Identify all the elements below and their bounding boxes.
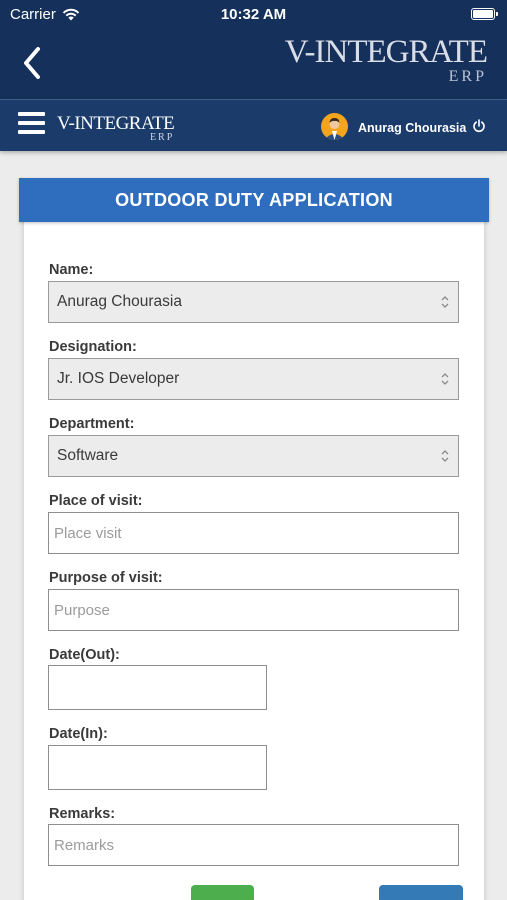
- remarks-label: Remarks:: [49, 806, 116, 822]
- date-out-label: Date(Out):: [49, 647, 120, 663]
- app-logo-text: V-INTEGRATE: [57, 113, 175, 134]
- name-value: Anurag Chourasia: [57, 293, 182, 310]
- status-bar: Carrier 10:32 AM: [0, 0, 507, 30]
- remarks-field: [48, 824, 459, 866]
- clock: 10:32 AM: [220, 6, 287, 23]
- purpose-field: [48, 589, 459, 631]
- purpose-label: Purpose of visit:: [49, 570, 163, 586]
- remarks-input[interactable]: [49, 825, 458, 865]
- up-down-chevron-icon: [441, 373, 449, 385]
- department-value: Software: [57, 447, 119, 464]
- date-in-field[interactable]: [48, 745, 267, 790]
- hamburger-menu-icon[interactable]: [18, 112, 45, 134]
- user-name[interactable]: Anurag Chourasia: [358, 121, 466, 135]
- form-title: OUTDOOR DUTY APPLICATION: [19, 178, 489, 222]
- chevron-left-icon[interactable]: [18, 44, 48, 82]
- designation-label: Designation:: [49, 339, 137, 355]
- submit-button[interactable]: [191, 885, 254, 900]
- place-field: [48, 512, 459, 554]
- date-in-label: Date(In):: [49, 726, 108, 742]
- name-select[interactable]: Anurag Chourasia: [48, 281, 459, 323]
- place-label: Place of visit:: [49, 493, 143, 509]
- logo-text: V-INTEGRATE: [284, 34, 488, 70]
- purpose-input[interactable]: [49, 590, 458, 630]
- app-header: V-INTEGRATE ERP Anurag Chourasia: [0, 99, 507, 151]
- designation-value: Jr. IOS Developer: [57, 370, 180, 387]
- person-icon: [324, 117, 345, 140]
- department-select[interactable]: Software: [48, 435, 459, 477]
- up-down-chevron-icon: [441, 296, 449, 308]
- logo-subtext: ERP: [448, 68, 487, 85]
- up-down-chevron-icon: [441, 450, 449, 462]
- name-label: Name:: [49, 262, 94, 278]
- battery-icon: [471, 8, 498, 20]
- date-out-field[interactable]: [48, 665, 267, 710]
- secondary-button[interactable]: [379, 885, 463, 900]
- brand-logo: V-INTEGRATE ERP: [284, 34, 488, 85]
- app-logo: V-INTEGRATE ERP: [57, 113, 175, 143]
- app-logo-subtext: ERP: [149, 132, 175, 143]
- user-avatar[interactable]: [321, 113, 348, 140]
- power-icon[interactable]: [472, 119, 486, 133]
- designation-select[interactable]: Jr. IOS Developer: [48, 358, 459, 400]
- place-input[interactable]: [49, 513, 458, 553]
- navigation-bar: Carrier 10:32 AM V-INTEGRATE ERP: [0, 0, 507, 99]
- department-label: Department:: [49, 416, 135, 432]
